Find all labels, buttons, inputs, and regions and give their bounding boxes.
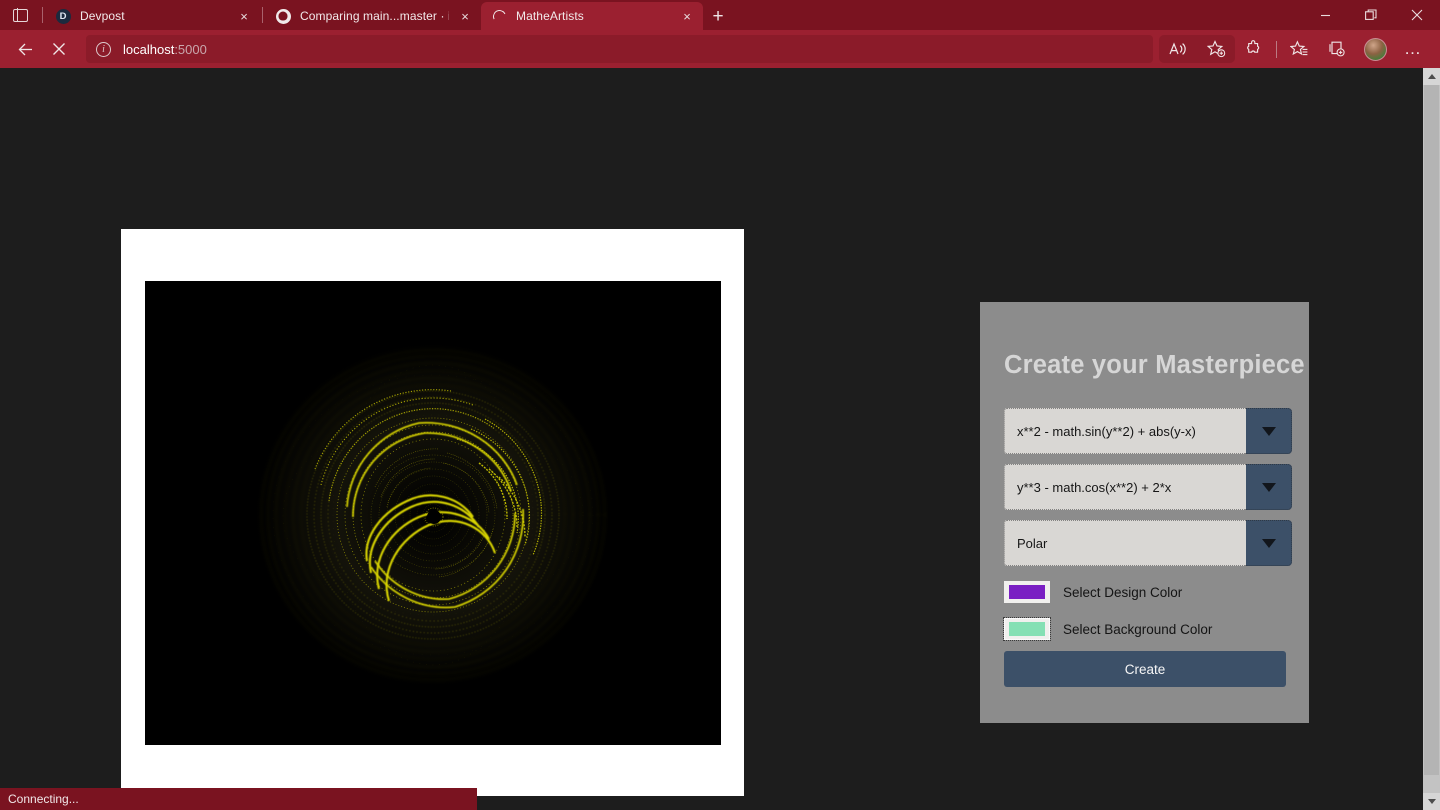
url-port: :5000 (174, 42, 207, 57)
projection-dropdown-button[interactable] (1246, 520, 1292, 566)
immersive-reader-group (1159, 35, 1235, 63)
chevron-down-icon (1262, 483, 1276, 492)
address-bar[interactable]: i localhost:5000 (86, 35, 1153, 63)
read-aloud-button[interactable] (1159, 34, 1197, 64)
close-icon (1411, 9, 1423, 21)
window-controls (1302, 0, 1440, 30)
browser-window: D Devpost × Comparing main...master · is… (0, 0, 1440, 810)
site-info-icon[interactable]: i (96, 42, 111, 57)
y-equation-select[interactable]: y**3 - math.cos(x**2) + 2*x (1004, 464, 1292, 510)
favorites-button[interactable] (1280, 34, 1318, 64)
tab-close-button[interactable]: × (234, 6, 254, 26)
y-equation-value[interactable]: y**3 - math.cos(x**2) + 2*x (1004, 464, 1246, 510)
artwork-canvas (145, 281, 721, 745)
loading-spinner-icon (491, 8, 507, 24)
page-viewport: Create your Masterpiece x**2 - math.sin(… (0, 68, 1440, 810)
restore-icon (1365, 9, 1377, 21)
github-icon (275, 8, 291, 24)
status-bar: Connecting... (0, 788, 477, 810)
stop-icon (52, 42, 66, 56)
close-window-button[interactable] (1394, 0, 1440, 30)
y-equation-dropdown-button[interactable] (1246, 464, 1292, 510)
minimize-button[interactable] (1302, 0, 1348, 30)
tab-github-compare[interactable]: Comparing main...master · ishanl × (265, 2, 481, 30)
tab-close-button[interactable]: × (677, 6, 697, 26)
tab-strip: D Devpost × Comparing main...master · is… (0, 0, 1440, 30)
add-favorite-icon (1207, 40, 1226, 58)
projection-select[interactable]: Polar (1004, 520, 1292, 566)
artwork-frame (121, 229, 744, 796)
restore-button[interactable] (1348, 0, 1394, 30)
collections-button[interactable] (1318, 34, 1356, 64)
x-equation-dropdown-button[interactable] (1246, 408, 1292, 454)
toolbar-actions: … (1159, 34, 1432, 64)
background-color-picker[interactable] (1004, 618, 1050, 640)
tab-divider (262, 7, 263, 23)
matheartists-page: Create your Masterpiece x**2 - math.sin(… (0, 68, 1423, 810)
background-color-label: Select Background Color (1063, 622, 1212, 637)
background-color-row: Select Background Color (1004, 618, 1212, 640)
design-color-picker[interactable] (1004, 581, 1050, 603)
design-color-row: Select Design Color (1004, 581, 1182, 603)
sidebar-icon (13, 9, 28, 22)
extensions-icon (1245, 40, 1263, 58)
background-color-swatch (1009, 622, 1045, 636)
chevron-down-icon (1428, 799, 1436, 804)
toolbar-separator (1276, 41, 1277, 58)
chevron-down-icon (1262, 427, 1276, 436)
projection-value[interactable]: Polar (1004, 520, 1246, 566)
url-host: localhost (123, 42, 174, 57)
tab-devpost[interactable]: D Devpost × (45, 2, 260, 30)
chevron-up-icon (1428, 74, 1436, 79)
new-tab-button[interactable]: + (703, 2, 733, 30)
x-equation-select[interactable]: x**2 - math.sin(y**2) + abs(y-x) (1004, 408, 1292, 454)
tab-matheartists[interactable]: MatheArtists × (481, 2, 703, 30)
tab-title: Devpost (80, 9, 228, 23)
favorites-icon (1290, 40, 1309, 58)
design-color-swatch (1009, 585, 1045, 599)
x-equation-value[interactable]: x**2 - math.sin(y**2) + abs(y-x) (1004, 408, 1246, 454)
create-button[interactable]: Create (1004, 651, 1286, 687)
status-text: Connecting... (8, 792, 79, 806)
chevron-down-icon (1262, 539, 1276, 548)
stop-loading-button[interactable] (42, 34, 76, 64)
url-text: localhost:5000 (123, 42, 207, 57)
extensions-button[interactable] (1235, 34, 1273, 64)
settings-and-more-button[interactable]: … (1394, 34, 1432, 64)
design-color-label: Select Design Color (1063, 585, 1182, 600)
panel-title: Create your Masterpiece (1004, 351, 1305, 380)
add-favorite-button[interactable] (1197, 34, 1235, 64)
avatar (1364, 38, 1387, 61)
profile-button[interactable] (1356, 34, 1394, 64)
sidebar-toggle-button[interactable] (0, 0, 40, 30)
back-button[interactable] (8, 34, 42, 64)
tab-title: MatheArtists (516, 9, 671, 23)
scroll-down-button[interactable] (1423, 793, 1440, 810)
browser-toolbar: i localhost:5000 (0, 30, 1440, 68)
devpost-icon: D (55, 8, 71, 24)
collections-icon (1328, 40, 1346, 58)
minimize-icon (1320, 10, 1331, 21)
tab-title: Comparing main...master · ishanl (300, 9, 449, 23)
generated-art-svg (145, 281, 721, 745)
back-arrow-icon (17, 41, 34, 58)
read-aloud-icon (1169, 41, 1187, 57)
page-scrollbar[interactable] (1423, 68, 1440, 810)
scrollbar-thumb[interactable] (1424, 85, 1439, 775)
tab-divider (42, 7, 43, 23)
scroll-up-button[interactable] (1423, 68, 1440, 85)
tab-close-button[interactable]: × (455, 6, 475, 26)
create-panel: Create your Masterpiece x**2 - math.sin(… (980, 302, 1309, 723)
